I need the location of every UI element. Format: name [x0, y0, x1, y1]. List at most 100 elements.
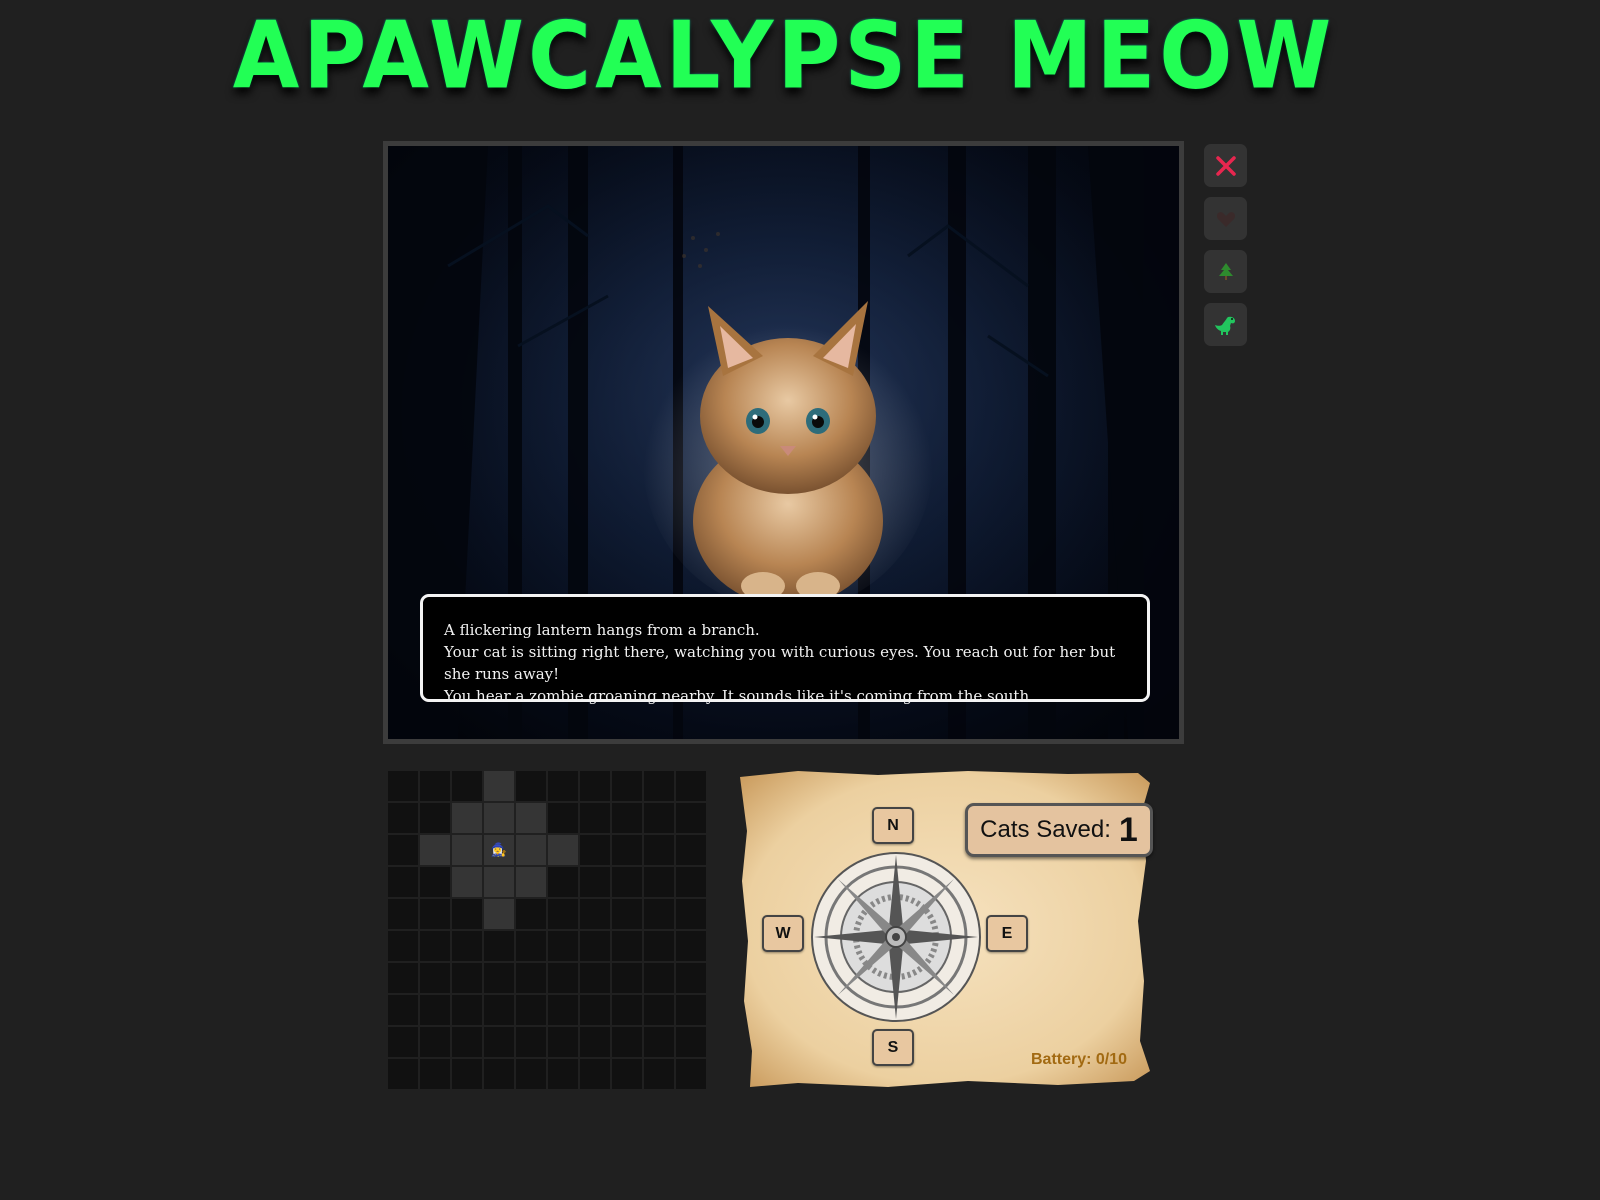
map-cell [516, 963, 546, 993]
map-cell [580, 771, 610, 801]
south-button[interactable]: S [872, 1029, 914, 1066]
map-cell [420, 931, 450, 961]
map-cell [612, 963, 642, 993]
map-cell [612, 899, 642, 929]
map-cell [388, 899, 418, 929]
map-cell [388, 963, 418, 993]
map-cell [484, 931, 514, 961]
map-cell [548, 867, 578, 897]
map-cell [452, 1059, 482, 1089]
map-cell [580, 931, 610, 961]
map-cell [516, 1027, 546, 1057]
cats-saved-label: Cats Saved: [980, 816, 1111, 843]
dinosaur-button[interactable] [1204, 303, 1247, 346]
map-cell [484, 803, 514, 833]
map-cell [452, 835, 482, 865]
scene-viewport: A flickering lantern hangs from a branch… [383, 141, 1184, 744]
map-cell [644, 771, 674, 801]
story-dialog: A flickering lantern hangs from a branch… [420, 594, 1150, 705]
map-cell [676, 771, 706, 801]
map-cell [676, 1059, 706, 1089]
side-toolbar [1204, 144, 1247, 356]
map-cell [388, 1027, 418, 1057]
map-cell [516, 803, 546, 833]
map-cell [612, 931, 642, 961]
map-cell [452, 963, 482, 993]
map-cell [452, 899, 482, 929]
close-button[interactable] [1204, 144, 1247, 187]
map-cell [676, 835, 706, 865]
map-cell [516, 835, 546, 865]
map-cell [420, 835, 450, 865]
map-cell [452, 867, 482, 897]
story-line: Your cat is sitting right there, watchin… [444, 643, 1116, 683]
map-cell [420, 867, 450, 897]
battery-status: Battery: 0/10 [1031, 1051, 1128, 1068]
map-cell [644, 899, 674, 929]
map-cell [548, 835, 578, 865]
map-cell [388, 803, 418, 833]
map-cell [548, 771, 578, 801]
dinosaur-icon [1214, 316, 1235, 335]
map-cell: 🧙‍♀️ [484, 835, 514, 865]
map-cell [612, 1027, 642, 1057]
map-cell [580, 835, 610, 865]
map-cell [420, 803, 450, 833]
heart-button[interactable] [1204, 197, 1247, 240]
map-cell [580, 995, 610, 1025]
cats-saved-value: 1 [1118, 810, 1138, 849]
map-cell [676, 803, 706, 833]
map-cell [484, 771, 514, 801]
map-cell [484, 995, 514, 1025]
cats-saved-counter: Cats Saved: 1 [965, 803, 1153, 857]
map-cell [452, 1027, 482, 1057]
map-cell [388, 771, 418, 801]
map-cell [484, 1059, 514, 1089]
story-line: You hear a zombie groaning nearby. It so… [444, 687, 1034, 705]
map-cell [388, 1059, 418, 1089]
map-cell [420, 899, 450, 929]
map-cell [548, 1059, 578, 1089]
map-cell [644, 867, 674, 897]
map-cell [644, 803, 674, 833]
tree-icon [1218, 262, 1233, 280]
map-cell [580, 803, 610, 833]
heart-icon [1216, 211, 1235, 227]
map-cell [644, 1027, 674, 1057]
map-cell [516, 867, 546, 897]
map-cell [388, 835, 418, 865]
map-cell [516, 931, 546, 961]
cat-image [643, 301, 933, 606]
map-cell [452, 803, 482, 833]
map-cell [420, 963, 450, 993]
map-cell [484, 899, 514, 929]
player-marker-icon: 🧙‍♀️ [490, 842, 508, 858]
tree-button[interactable] [1204, 250, 1247, 293]
map-cell [420, 995, 450, 1025]
close-icon [1215, 155, 1236, 176]
map-cell [580, 867, 610, 897]
map-cell [580, 899, 610, 929]
map-cell [516, 1059, 546, 1089]
map-cell [388, 867, 418, 897]
map-cell [676, 995, 706, 1025]
map-cell [452, 995, 482, 1025]
north-button[interactable]: N [872, 807, 914, 844]
compass-rose-icon [811, 852, 981, 1022]
map-cell [580, 1027, 610, 1057]
map-cell [580, 1059, 610, 1089]
map-cell [644, 1059, 674, 1089]
map-cell [484, 963, 514, 993]
map-cell [420, 1027, 450, 1057]
map-cell [388, 931, 418, 961]
map-cell [676, 931, 706, 961]
story-line: A flickering lantern hangs from a branch… [444, 621, 760, 639]
map-cell [612, 771, 642, 801]
west-button[interactable]: W [762, 915, 804, 952]
east-button[interactable]: E [986, 915, 1028, 952]
game-title: APAWCALYPSE MEOW [232, 1, 1336, 110]
map-cell [580, 963, 610, 993]
map-cell [388, 995, 418, 1025]
map-cell [676, 963, 706, 993]
map-cell [548, 803, 578, 833]
